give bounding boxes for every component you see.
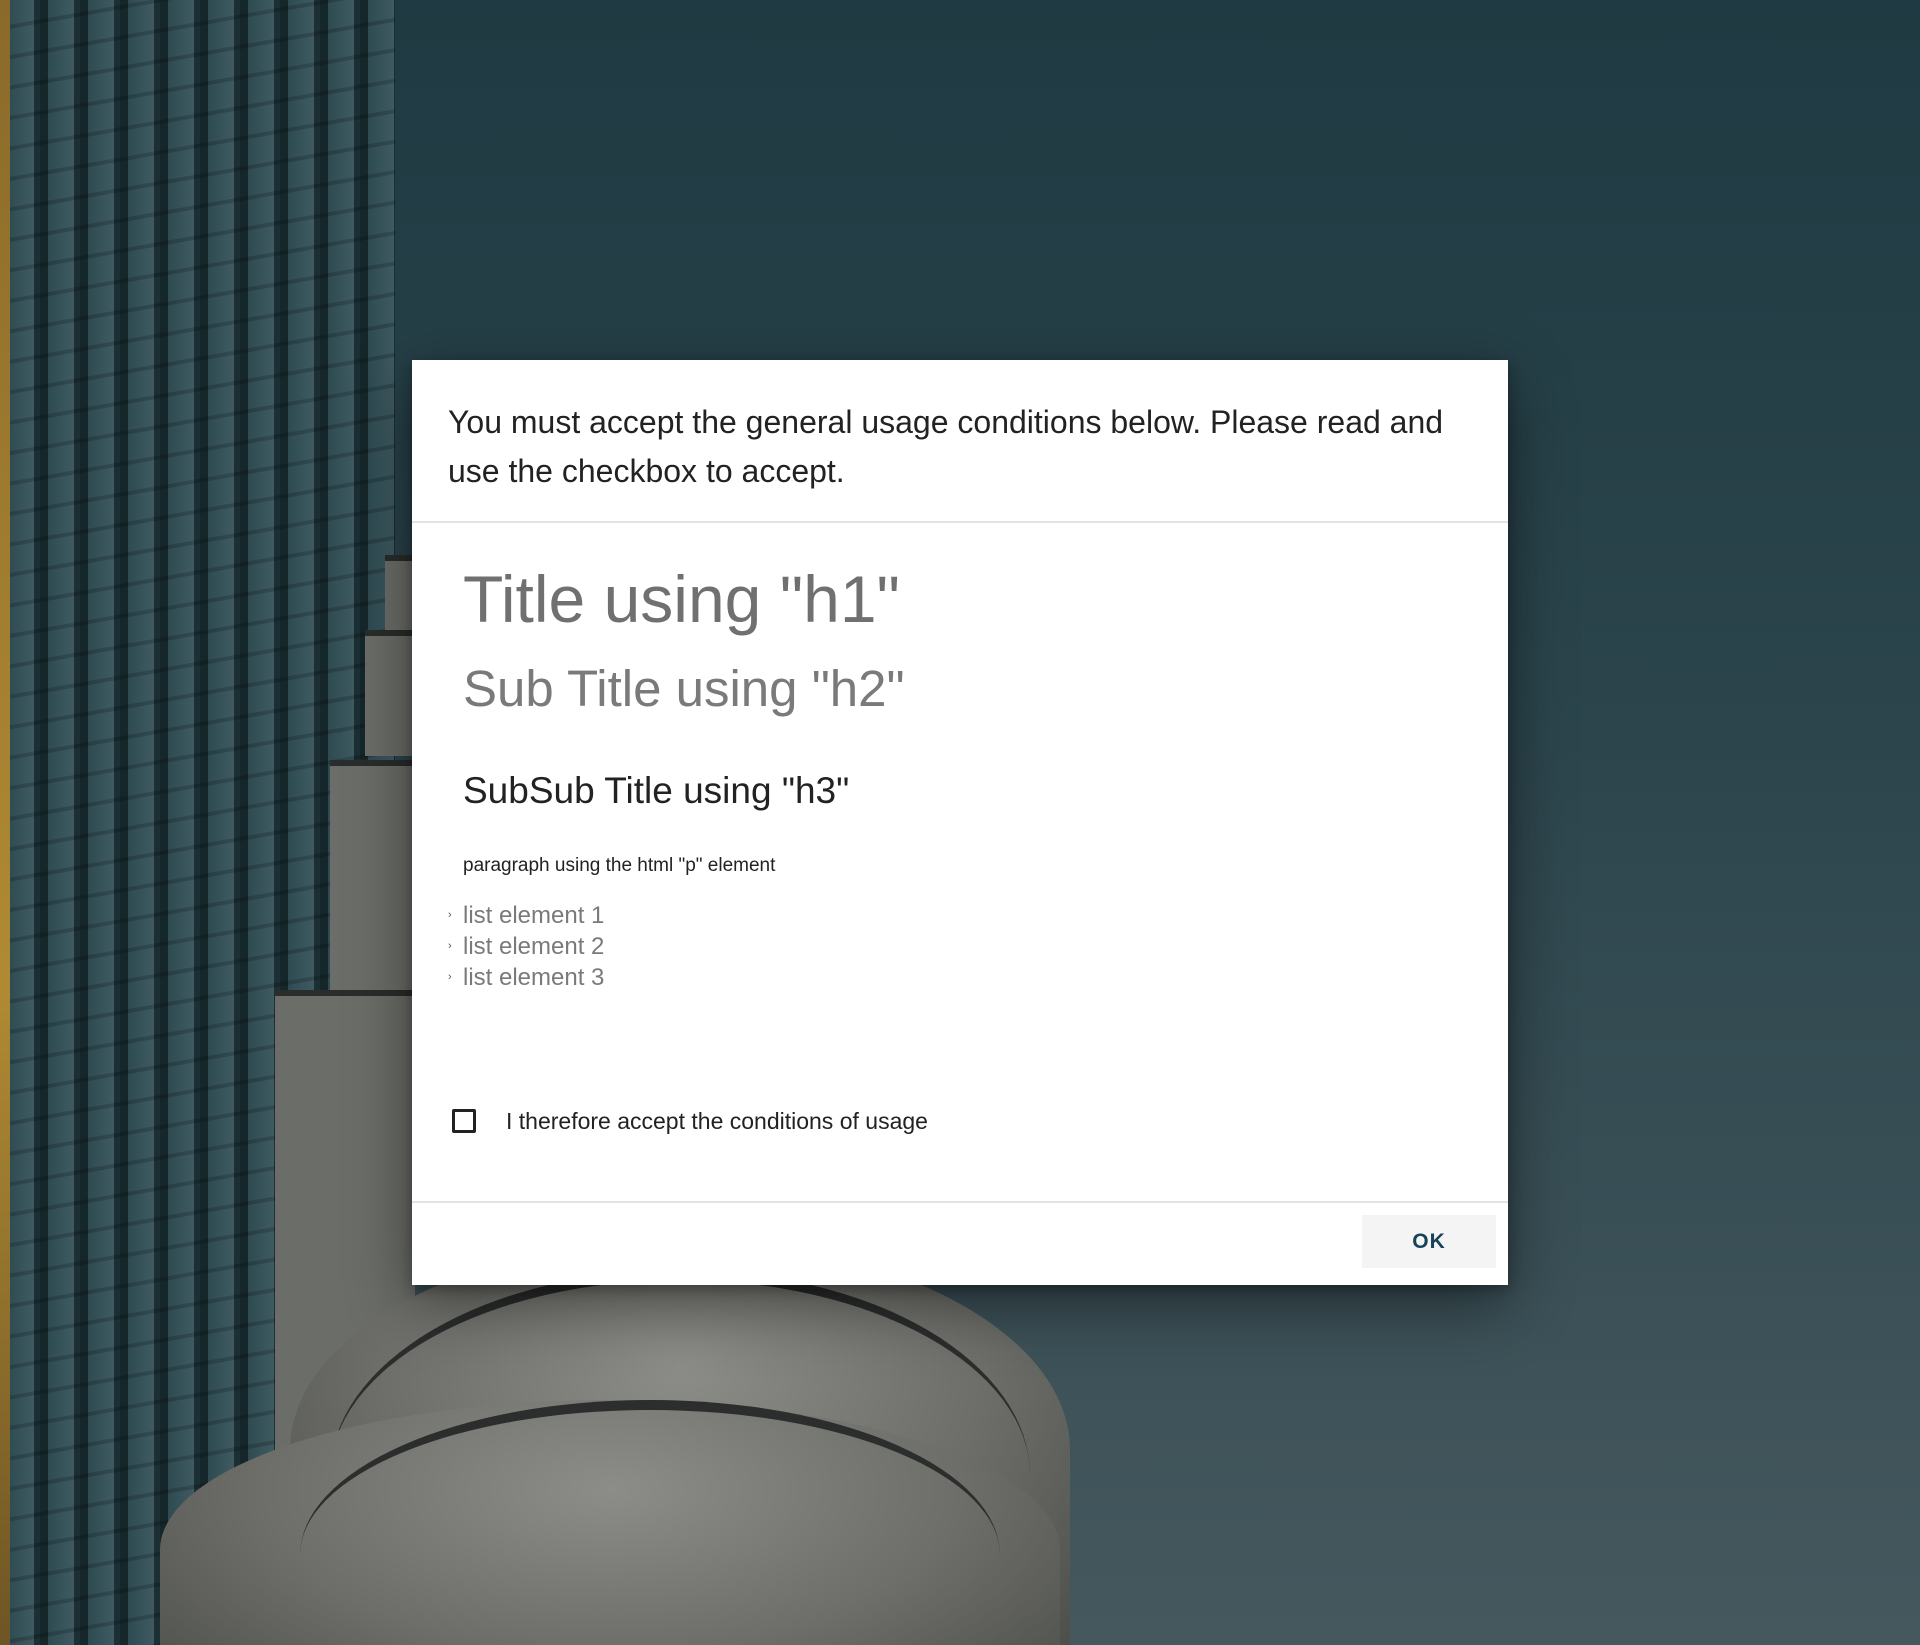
content-list: › list element 1 › list element 2 › list… [448, 900, 604, 993]
list-item: › list element 3 [448, 964, 605, 991]
list-item: › list element 1 [448, 902, 605, 929]
accept-checkbox[interactable] [452, 1109, 476, 1133]
usage-conditions-dialog: You must accept the general usage condit… [412, 360, 1508, 1285]
dialog-footer: OK [412, 1203, 1508, 1285]
bullet-icon: › [448, 940, 452, 952]
content-title: Title using "h1" [463, 562, 900, 636]
bullet-icon: › [448, 909, 452, 921]
bullet-icon: › [448, 971, 452, 983]
accept-conditions-row[interactable]: I therefore accept the conditions of usa… [452, 1106, 928, 1136]
content-paragraph: paragraph using the html "p" element [463, 855, 776, 876]
dialog-header: You must accept the general usage condit… [412, 360, 1508, 523]
conditions-content[interactable]: Title using "h1" Sub Title using "h2" Su… [412, 523, 1508, 1203]
accept-checkbox-label[interactable]: I therefore accept the conditions of usa… [506, 1106, 928, 1136]
dialog-header-text: You must accept the general usage condit… [448, 404, 1444, 489]
ok-button[interactable]: OK [1362, 1215, 1496, 1268]
list-item: › list element 2 [448, 933, 605, 960]
content-subsubtitle: SubSub Title using "h3" [463, 770, 850, 811]
content-subtitle: Sub Title using "h2" [463, 660, 905, 717]
